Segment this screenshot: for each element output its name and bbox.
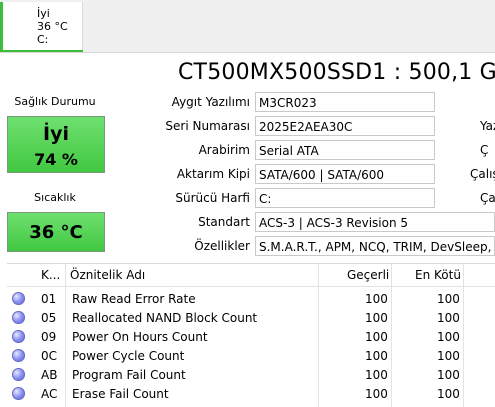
interface-field: Serial ATA xyxy=(255,140,435,160)
row-current: 100 xyxy=(365,311,388,325)
row-id: AC xyxy=(41,387,58,401)
header-id[interactable]: K... xyxy=(41,268,60,282)
table-row[interactable]: 09 Power On Hours Count 100 100 xyxy=(7,327,495,346)
row-current: 100 xyxy=(365,368,388,382)
features-label: Özellikler xyxy=(194,239,250,253)
row-current: 100 xyxy=(365,330,388,344)
drive-letter-label: Sürücü Harfi xyxy=(175,191,250,205)
status-dot-icon xyxy=(12,330,25,343)
drive-title: CT500MX500SSD1 : 500,1 GB xyxy=(178,60,495,85)
status-dot-icon xyxy=(12,368,25,381)
health-status-button[interactable]: İyi 74 % xyxy=(7,116,105,173)
row-worst: 100 xyxy=(437,387,460,401)
drive-tab-temperature: 36 °C xyxy=(37,20,68,33)
transfer-mode-label: Aktarım Kipi xyxy=(176,167,250,181)
health-percent: 74 % xyxy=(34,150,78,169)
row-name: Raw Read Error Rate xyxy=(72,292,196,306)
row-name: Power Cycle Count xyxy=(72,349,185,363)
firmware-field: M3CR023 xyxy=(255,92,435,112)
table-row[interactable]: 05 Reallocated NAND Block Count 100 100 xyxy=(7,308,495,327)
row-id: 09 xyxy=(41,330,57,344)
temperature-caption: Sıcaklık xyxy=(34,191,76,204)
health-caption: Sağlık Durumu xyxy=(14,95,96,108)
features-field: S.M.A.R.T., APM, NCQ, TRIM, DevSleep, GP… xyxy=(255,236,495,256)
table-row[interactable]: AB Program Fail Count 100 100 xyxy=(7,365,495,384)
row-current: 100 xyxy=(365,387,388,401)
status-dot-icon xyxy=(12,349,25,362)
status-dot-icon xyxy=(12,387,25,400)
header-worst[interactable]: En Kötü xyxy=(415,268,461,282)
drive-tab-letter: C: xyxy=(37,33,49,46)
row-worst: 100 xyxy=(437,311,460,325)
serial-field: 2025E2AEA30C xyxy=(255,116,435,136)
right-label-2: Ç xyxy=(480,143,489,157)
right-label-1: Yaz xyxy=(480,119,495,133)
row-id: 01 xyxy=(41,292,57,306)
row-worst: 100 xyxy=(437,368,460,382)
interface-label: Arabirim xyxy=(198,143,250,157)
table-row[interactable]: 01 Raw Read Error Rate 100 100 xyxy=(7,289,495,308)
row-current: 100 xyxy=(365,292,388,306)
temperature-value: 36 °C xyxy=(29,222,83,243)
drive-letter-field: C: xyxy=(255,188,435,208)
right-label-4: Ça xyxy=(480,191,495,205)
row-name: Program Fail Count xyxy=(72,368,186,382)
header-attribute-name[interactable]: Öznitelik Adı xyxy=(70,268,145,282)
row-id: AB xyxy=(41,368,58,382)
standard-field: ACS-3 | ACS-3 Revision 5 xyxy=(255,212,495,232)
row-id: 0C xyxy=(41,349,58,363)
drive-tab-status: İyi xyxy=(37,7,50,20)
header-current[interactable]: Geçerli xyxy=(347,268,389,282)
row-worst: 100 xyxy=(437,292,460,306)
right-label-3: Çalış xyxy=(470,167,495,181)
table-row[interactable]: 0C Power Cycle Count 100 100 xyxy=(7,346,495,365)
active-tab-indicator xyxy=(0,50,83,52)
row-name: Reallocated NAND Block Count xyxy=(72,311,258,325)
status-dot-icon xyxy=(12,292,25,305)
row-name: Power On Hours Count xyxy=(72,330,208,344)
transfer-mode-field: SATA/600 | SATA/600 xyxy=(255,164,435,184)
row-id: 05 xyxy=(41,311,57,325)
firmware-label: Aygıt Yazılımı xyxy=(171,95,250,109)
table-header: K... Öznitelik Adı Geçerli En Kötü xyxy=(7,264,495,287)
row-current: 100 xyxy=(365,349,388,363)
status-dot-icon xyxy=(12,311,25,324)
table-row[interactable]: AC Erase Fail Count 100 100 xyxy=(7,384,495,403)
row-worst: 100 xyxy=(437,330,460,344)
standard-label: Standart xyxy=(198,215,250,229)
row-worst: 100 xyxy=(437,349,460,363)
smart-attributes-table[interactable]: K... Öznitelik Adı Geçerli En Kötü 01 Ra… xyxy=(7,263,495,407)
serial-label: Seri Numarası xyxy=(165,119,250,133)
drive-tab-c[interactable]: İyi 36 °C C: xyxy=(0,2,83,50)
temperature-button[interactable]: 36 °C xyxy=(7,212,105,252)
health-status-text: İyi xyxy=(43,123,69,145)
row-name: Erase Fail Count xyxy=(72,387,169,401)
